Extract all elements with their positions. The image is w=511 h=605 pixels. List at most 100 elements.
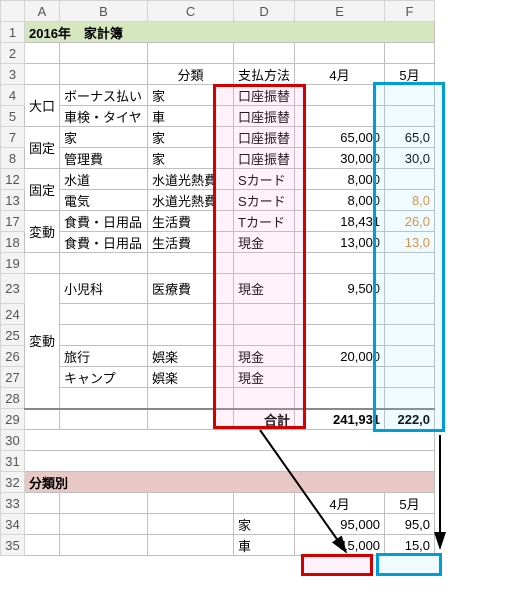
col-header[interactable]: A [25,1,60,22]
category-section-title[interactable]: 分類別 [25,472,435,493]
cell[interactable]: 水道 [60,169,148,190]
cell[interactable]: 娯楽 [148,346,234,367]
row-header[interactable]: 26 [1,346,25,367]
cell[interactable] [295,388,385,409]
cell[interactable]: 家 [148,85,234,106]
cell[interactable]: 18,431 [295,211,385,232]
spreadsheet-grid[interactable]: A B C D E F 1 2016年 家計簿 2 3 分類 支払方法 4月 5… [0,0,435,556]
row-header[interactable]: 12 [1,169,25,190]
cell[interactable] [60,409,148,430]
row-header[interactable]: 27 [1,367,25,388]
cell[interactable] [60,514,148,535]
cell[interactable] [148,535,234,556]
cell[interactable]: 現金 [234,232,295,253]
category-row-label[interactable]: 家 [234,514,295,535]
row-header[interactable]: 25 [1,325,25,346]
cell[interactable]: 口座振替 [234,106,295,127]
cell[interactable]: Sカード [234,169,295,190]
cell[interactable] [25,253,60,274]
cell[interactable] [60,535,148,556]
cell[interactable] [148,409,234,430]
cell[interactable]: 65,0 [385,127,435,148]
cell[interactable]: 現金 [234,367,295,388]
cell[interactable] [60,43,148,64]
cell[interactable]: ボーナス払い [60,85,148,106]
row-header[interactable]: 35 [1,535,25,556]
select-all-corner[interactable] [1,1,25,22]
row-header[interactable]: 1 [1,22,25,43]
cell[interactable] [234,253,295,274]
col-header[interactable]: E [295,1,385,22]
cell[interactable] [234,304,295,325]
cell[interactable]: 旅行 [60,346,148,367]
category-row-apr[interactable]: 15,000 [295,535,385,556]
cell[interactable]: 現金 [234,274,295,304]
cell[interactable]: 水道光熱費 [148,190,234,211]
row-header[interactable]: 18 [1,232,25,253]
cell[interactable] [234,325,295,346]
col-header[interactable]: F [385,1,435,22]
cell[interactable] [25,514,60,535]
cell[interactable]: Sカード [234,190,295,211]
row-header[interactable]: 2 [1,43,25,64]
cell[interactable] [25,535,60,556]
row-header[interactable]: 8 [1,148,25,169]
cell[interactable] [385,169,435,190]
cell[interactable]: 30,000 [295,148,385,169]
row-header[interactable]: 17 [1,211,25,232]
cell[interactable] [385,106,435,127]
cell[interactable]: 8,000 [295,169,385,190]
cell[interactable] [385,367,435,388]
cell[interactable]: 車 [148,106,234,127]
group-label[interactable]: 変動 [25,211,60,253]
cell[interactable] [25,64,60,85]
cell[interactable]: 家 [148,127,234,148]
row-header[interactable]: 32 [1,472,25,493]
cell[interactable] [385,253,435,274]
cell[interactable] [295,106,385,127]
col-title-april[interactable]: 4月 [295,64,385,85]
cell[interactable]: 食費・日用品 [60,211,148,232]
cell[interactable] [385,346,435,367]
row-header[interactable]: 30 [1,430,25,451]
cell[interactable] [385,85,435,106]
cell[interactable] [25,451,435,472]
cell[interactable]: 水道光熱費 [148,169,234,190]
row-header[interactable]: 19 [1,253,25,274]
cell[interactable]: 家 [60,127,148,148]
cell[interactable] [25,409,60,430]
row-header[interactable]: 29 [1,409,25,430]
cell[interactable] [295,253,385,274]
cell[interactable]: 26,0 [385,211,435,232]
category-row-apr[interactable]: 95,000 [295,514,385,535]
cell[interactable]: 生活費 [148,232,234,253]
row-header[interactable]: 13 [1,190,25,211]
cell[interactable]: Tカード [234,211,295,232]
cell[interactable] [295,325,385,346]
cell[interactable]: 電気 [60,190,148,211]
group-label[interactable]: 変動 [25,274,60,409]
row-header[interactable]: 3 [1,64,25,85]
cell[interactable] [148,493,234,514]
total-may[interactable]: 222,0 [385,409,435,430]
cell[interactable]: 30,0 [385,148,435,169]
group-label[interactable]: 固定 [25,169,60,211]
cell[interactable]: 食費・日用品 [60,232,148,253]
category-row-label[interactable]: 車 [234,535,295,556]
cell[interactable] [148,388,234,409]
cell[interactable] [295,367,385,388]
row-header[interactable]: 24 [1,304,25,325]
cell[interactable]: キャンプ [60,367,148,388]
cell[interactable] [385,388,435,409]
cell[interactable] [295,85,385,106]
group-label[interactable]: 大口 [25,85,60,127]
cell[interactable]: 娯楽 [148,367,234,388]
group-label[interactable]: 固定 [25,127,60,169]
col-header[interactable]: D [234,1,295,22]
cell[interactable] [234,388,295,409]
cell[interactable] [25,430,435,451]
cell[interactable] [60,304,148,325]
cell[interactable] [148,514,234,535]
cell[interactable]: 管理費 [60,148,148,169]
cell[interactable]: 8,000 [295,190,385,211]
